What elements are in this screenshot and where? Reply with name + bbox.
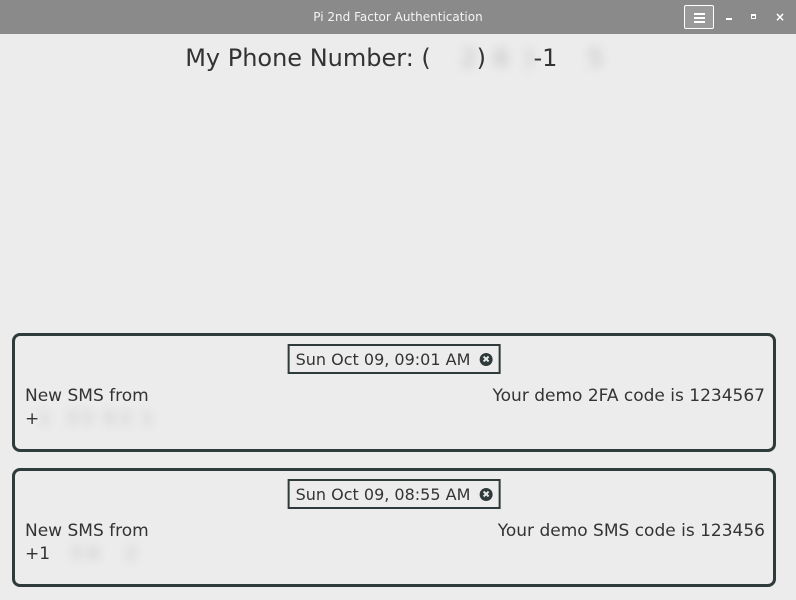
maximize-icon <box>751 14 756 19</box>
sms-timestamp: Sun Oct 09, 08:55 AM <box>295 484 471 504</box>
app-window: Pi 2nd Factor Authentication × My Phone … <box>0 0 796 600</box>
phone-suffix-redacted: 5 <box>557 44 611 72</box>
sms-card: Sun Oct 09, 08:55 AM New SMS from +1 5 6… <box>12 468 776 587</box>
sms-from-number: +1 5 6 2 <box>25 544 137 564</box>
minimize-button[interactable] <box>722 9 736 25</box>
minimize-icon <box>726 18 732 20</box>
close-icon: × <box>774 10 786 24</box>
hamburger-menu-icon[interactable] <box>684 5 714 29</box>
sms-timestamp-chip: Sun Oct 09, 08:55 AM <box>287 479 501 509</box>
window-title: Pi 2nd Factor Authentication <box>313 10 483 24</box>
close-circle-icon[interactable] <box>479 487 493 501</box>
sms-timestamp: Sun Oct 09, 09:01 AM <box>295 349 471 369</box>
sms-card: Sun Oct 09, 09:01 AM New SMS from +1 3 5… <box>12 333 776 452</box>
close-button[interactable]: × <box>773 9 787 25</box>
sms-body: Your demo SMS code is 123456 <box>497 521 765 541</box>
sms-timestamp-chip: Sun Oct 09, 09:01 AM <box>287 344 501 374</box>
sms-from-redacted: 5 6 2 <box>50 544 137 564</box>
phone-area-code-redacted: 2 <box>430 44 477 72</box>
sms-from-redacted: 1 3 5 0 2 1 <box>39 409 153 429</box>
phone-number-heading: My Phone Number: ( 2) 6 )-1 5 <box>0 44 796 72</box>
phone-prefix-redacted: 6 ) <box>493 44 534 72</box>
phone-label: My Phone Number: ( <box>185 44 431 72</box>
sms-from-label: New SMS from <box>25 521 149 541</box>
phone-mid: ) <box>476 44 494 72</box>
title-bar[interactable]: Pi 2nd Factor Authentication × <box>0 0 796 34</box>
maximize-button[interactable] <box>747 9 761 25</box>
sms-body: Your demo 2FA code is 1234567 <box>492 386 765 406</box>
close-circle-icon[interactable] <box>479 352 493 366</box>
sms-from-prefix: + <box>25 409 40 429</box>
phone-dash: -1 <box>533 44 558 72</box>
sms-from-prefix: +1 <box>25 544 51 564</box>
sms-from-label: New SMS from <box>25 386 149 406</box>
sms-from-number: +1 3 5 0 2 1 <box>25 409 153 429</box>
